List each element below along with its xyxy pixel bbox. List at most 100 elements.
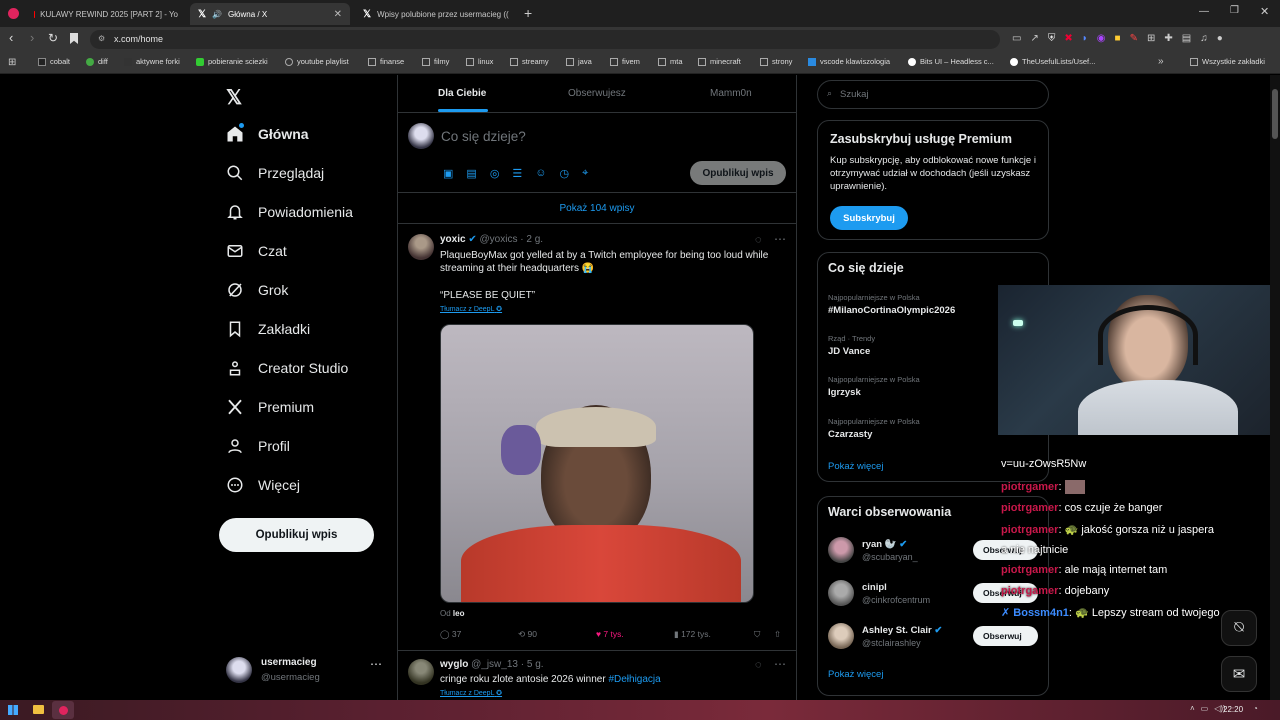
bookmark-page-icon[interactable] bbox=[70, 33, 78, 44]
file-explorer-icon[interactable] bbox=[33, 705, 44, 714]
sidebar-item-premium[interactable]: Premium bbox=[226, 398, 314, 416]
sidebar-item-home[interactable]: Główna bbox=[226, 125, 309, 143]
bookmark-folder[interactable]: mta bbox=[658, 57, 683, 66]
like-button[interactable]: ♥ 7 tys. bbox=[596, 629, 624, 639]
chevron-up-icon[interactable]: ˄ bbox=[1190, 704, 1195, 713]
more-horizontal-icon[interactable]: ⋯ bbox=[774, 232, 786, 246]
image-icon[interactable]: ▣ bbox=[443, 167, 453, 180]
tray-icons[interactable]: ˄ ▭ ◁)) bbox=[1190, 704, 1226, 713]
follow-button[interactable]: Obserwuj bbox=[973, 626, 1038, 646]
extension-folder-icon[interactable]: ■ bbox=[1115, 33, 1121, 44]
share-icon[interactable]: ↗ bbox=[1030, 33, 1038, 44]
browser-tab-active[interactable]: 𝕏 🔊 Główna / X ✕ bbox=[190, 3, 350, 25]
browser-logo-icon[interactable] bbox=[8, 8, 19, 19]
show-new-posts[interactable]: Pokaż 104 wpisy bbox=[398, 203, 796, 214]
trends-show-more[interactable]: Pokaż więcej bbox=[828, 461, 883, 472]
bookmark-folder[interactable]: linux bbox=[466, 57, 493, 66]
translate-link[interactable]: Tłumacz z DeepL ✪ bbox=[440, 689, 502, 697]
grok-float-button[interactable]: ⍉ bbox=[1221, 610, 1257, 646]
all-bookmarks-folder[interactable]: Wszystkie zakładki bbox=[1190, 57, 1265, 66]
new-tab-button[interactable]: + bbox=[524, 5, 532, 21]
more-horizontal-icon[interactable]: ⋯ bbox=[370, 657, 382, 671]
bookmark-folder[interactable]: filmy bbox=[422, 57, 449, 66]
author-name[interactable]: wyglo bbox=[440, 659, 468, 670]
sidebar-item-notifications[interactable]: Powiadomienia bbox=[226, 203, 353, 221]
sidebar-item-grok[interactable]: Grok bbox=[226, 281, 288, 299]
site-settings-icon[interactable]: ⚙ bbox=[98, 34, 105, 43]
trend-item[interactable]: Najpopularniejsze w Polska #MilanoCortina… bbox=[828, 293, 955, 316]
shield-icon[interactable]: ⛨ bbox=[1048, 33, 1056, 44]
bookmark-folder[interactable]: strony bbox=[760, 57, 792, 66]
follow-item[interactable]: Ashley St. Clair ✔ @stclairashley bbox=[828, 623, 942, 649]
location-icon[interactable]: ⌖ bbox=[582, 167, 588, 180]
account-switcher[interactable]: usermacieg @usermacieg ⋯ bbox=[226, 655, 384, 687]
profile-icon[interactable]: ● bbox=[1217, 33, 1223, 44]
messages-float-button[interactable]: ✉ bbox=[1221, 656, 1257, 692]
tweet[interactable]: yoxic ✔ @yoxics · 2 g. ◌ ⋯ PlaqueBoyMax … bbox=[398, 225, 796, 649]
media-icon[interactable]: ♫ bbox=[1200, 33, 1208, 44]
maximize-button[interactable]: ❐ bbox=[1230, 5, 1239, 16]
sidebar-item-bookmarks[interactable]: Zakładki bbox=[226, 320, 310, 338]
puzzle-icon[interactable]: ✚ bbox=[1164, 33, 1172, 44]
reload-icon[interactable]: ↻ bbox=[48, 31, 58, 45]
bookmark-folder[interactable]: fivem bbox=[610, 57, 640, 66]
schedule-icon[interactable]: ◷ bbox=[560, 167, 570, 180]
extension-x-icon[interactable]: ✖ bbox=[1064, 33, 1072, 44]
more-bookmarks-icon[interactable]: » bbox=[1158, 56, 1164, 67]
gif-icon[interactable]: ▤ bbox=[466, 167, 476, 180]
trend-item[interactable]: Rząd · Trendy JD Vance bbox=[828, 334, 875, 357]
video-source-name[interactable]: leo bbox=[453, 609, 465, 618]
hashtag-link[interactable]: #Dełhigacja bbox=[608, 674, 660, 685]
trend-item[interactable]: Najpopularniejsze w Polska Czarzasty bbox=[828, 417, 920, 440]
browser-tab[interactable]: 𝕏 Wpisy polubione przez usermacieg (( bbox=[355, 3, 515, 25]
grok-icon[interactable]: ◌ bbox=[755, 234, 762, 246]
translate-link[interactable]: Tłumacz z DeepL ✪ bbox=[440, 305, 502, 313]
back-icon[interactable]: ‹ bbox=[9, 30, 13, 45]
bookmark-item[interactable]: cobalt bbox=[38, 57, 70, 66]
composer-input[interactable]: Co się dzieje? bbox=[441, 129, 526, 144]
bookmark-folder[interactable]: minecraft bbox=[698, 57, 741, 66]
tweet-video[interactable] bbox=[440, 324, 754, 603]
sidebar-item-creator-studio[interactable]: Creator Studio bbox=[226, 359, 348, 377]
sidebar-item-more[interactable]: Więcej bbox=[226, 476, 300, 494]
composer-post-button[interactable]: Opublikuj wpis bbox=[690, 161, 786, 185]
bookmark-item[interactable]: diff bbox=[86, 57, 108, 66]
minimize-button[interactable]: — bbox=[1199, 6, 1209, 17]
bookmark-folder[interactable]: java bbox=[566, 57, 592, 66]
follow-item[interactable]: ryan 🦭 ✔ @scubaryan_ bbox=[828, 537, 918, 563]
bookmark-item[interactable]: pobieranie sciezki bbox=[196, 57, 268, 66]
bookmark-folder[interactable]: finanse bbox=[368, 57, 404, 66]
poll-icon[interactable]: ☰ bbox=[512, 167, 522, 180]
x-logo-icon[interactable]: 𝕏 bbox=[226, 85, 242, 110]
close-tab-icon[interactable]: ✕ bbox=[334, 9, 342, 20]
extension-pen-icon[interactable]: ✎ bbox=[1130, 33, 1138, 44]
scrollbar-thumb[interactable] bbox=[1272, 89, 1278, 139]
bookmark-item[interactable]: TheUsefulLists/Usef... bbox=[1010, 57, 1095, 66]
browser-taskbar-icon[interactable] bbox=[52, 701, 74, 719]
search-input[interactable]: ⌕ Szukaj bbox=[817, 80, 1049, 109]
apps-grid-icon[interactable]: ⊞ bbox=[8, 57, 16, 68]
sidebar-item-explore[interactable]: Przeglądaj bbox=[226, 164, 324, 182]
close-window-button[interactable]: ✕ bbox=[1260, 5, 1269, 18]
notification-icon[interactable]: ◔ bbox=[1253, 704, 1258, 713]
trend-item[interactable]: Najpopularniejsze w Polska Igrzysk bbox=[828, 375, 920, 398]
author-name[interactable]: yoxic bbox=[440, 234, 466, 245]
forward-icon[interactable]: › bbox=[30, 30, 34, 45]
extension-grid-icon[interactable]: ⊞ bbox=[1147, 33, 1155, 44]
url-field[interactable]: ⚙ x.com/home bbox=[90, 30, 1000, 49]
sidebar-icon[interactable]: ▤ bbox=[1182, 33, 1191, 44]
screen-icon[interactable]: ▭ bbox=[1012, 33, 1021, 44]
clock[interactable]: 22:20 bbox=[1223, 705, 1243, 714]
tab-mammon[interactable]: Mamm0n bbox=[710, 88, 752, 99]
browser-tab[interactable]: KULAWY REWIND 2025 [PART 2] - Yo bbox=[26, 3, 186, 25]
tab-following[interactable]: Obserwujesz bbox=[568, 88, 626, 99]
tweet[interactable]: wyglo @_jsw_13 · 5 g. ◌ ⋯ cringe roku zl… bbox=[398, 651, 796, 700]
follow-show-more[interactable]: Pokaż więcej bbox=[828, 669, 883, 680]
share-icon[interactable]: ⇧ bbox=[774, 629, 781, 640]
tab-for-you[interactable]: Dla Ciebie bbox=[438, 88, 486, 99]
extension-wave-icon[interactable]: ◗ bbox=[1082, 33, 1088, 44]
network-icon[interactable]: ▭ bbox=[1201, 704, 1209, 713]
repost-button[interactable]: ⟲ 90 bbox=[518, 629, 537, 640]
grok-image-icon[interactable]: ◎ bbox=[490, 167, 500, 180]
scrollbar[interactable] bbox=[1270, 75, 1280, 700]
